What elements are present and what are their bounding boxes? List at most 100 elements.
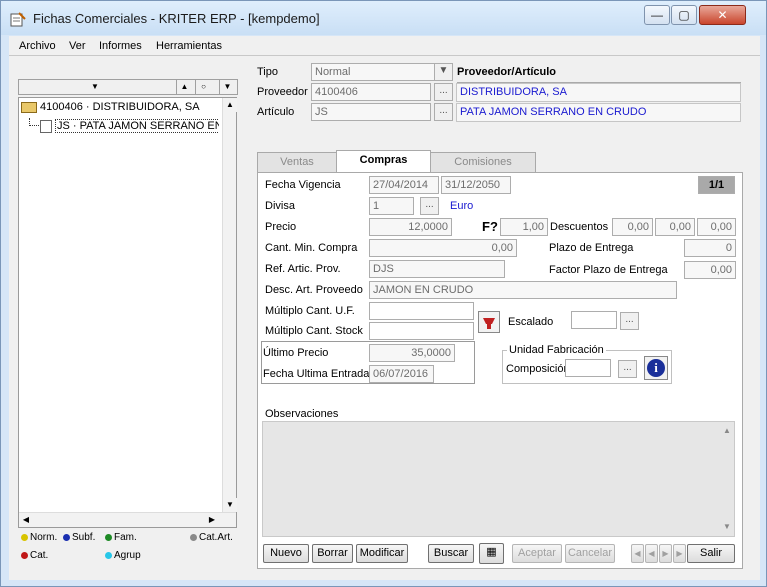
page-indicator: 1/1 [698,176,735,194]
salir-button[interactable]: Salir [687,544,735,563]
precio-field[interactable]: 12,0000 [369,218,452,236]
arrow-up-icon[interactable]: ▲ [176,80,192,94]
tree-vertical-scrollbar[interactable]: ▲ ▼ [222,98,237,512]
aceptar-button[interactable]: Aceptar [512,544,562,563]
scroll-up-icon[interactable]: ▲ [720,424,734,438]
multiplo-stock-field[interactable] [369,322,474,340]
composicion-field[interactable] [565,359,611,377]
scroll-up-icon[interactable]: ▲ [223,98,237,112]
fecha-vigencia-label: Fecha Vigencia [265,179,341,191]
scroll-left-icon[interactable]: ◀ [19,513,33,527]
next-record-icon[interactable]: ▶ [659,544,672,563]
composicion-label: Composición [506,363,570,375]
divisa-field[interactable]: 1 [369,197,414,215]
factor-label: Factor Plazo de Entrega [549,264,668,276]
menu-archivo[interactable]: Archivo [19,40,56,52]
tab-comisiones[interactable]: Comisiones [430,152,536,172]
arrow-down-bar-icon[interactable]: ▼ [219,80,235,94]
multiplo-stock-label: Múltiplo Cant. Stock [265,325,363,337]
info-icon: i [647,359,665,377]
legend-label: Cat. [30,550,49,561]
last-record-icon[interactable]: ▶ [673,544,686,563]
tree-line [29,118,39,126]
escalado-field[interactable] [571,311,617,329]
gray-dot-icon [190,533,197,541]
first-record-icon[interactable]: ◀ [631,544,644,563]
descuentos-label: Descuentos [550,221,609,233]
ultimo-precio-field: 35,0000 [369,344,455,362]
dropdown-arrow-icon[interactable]: ▼ [81,80,109,94]
divisa-name: Euro [450,200,474,212]
cyan-dot-icon [105,551,112,559]
fecha-desde-field[interactable]: 27/04/2014 [369,176,439,194]
tree-root-label: 4100406 · DISTRIBUIDORA, SA [40,101,200,113]
cant-min-field[interactable]: 0,00 [369,239,517,257]
tab-compras[interactable]: Compras [336,150,431,173]
divisa-lookup-button[interactable]: ... [420,197,439,215]
legend-label: Norm. [30,532,58,543]
legend-label: Fam. [114,532,137,543]
escalado-icon [483,318,495,329]
scroll-right-icon[interactable]: ▶ [205,513,219,527]
menu-herramientas[interactable]: Herramientas [156,40,222,52]
f-field[interactable]: 1,00 [500,218,548,236]
tree-horizontal-scrollbar[interactable]: ◀ ▶ [19,512,236,527]
main-window: Fichas Comerciales - KRITER ERP - [kempd… [0,0,767,587]
close-icon[interactable]: ✕ [699,5,746,25]
info-button[interactable]: i [644,356,668,380]
title-bar: Fichas Comerciales - KRITER ERP - [kempd… [1,1,766,35]
descuento2-field[interactable]: 0,00 [655,218,695,236]
buscar-button[interactable]: Buscar [428,544,474,563]
legend-catart: Cat.Art. [190,532,233,543]
cancelar-button[interactable]: Cancelar [565,544,615,563]
observaciones-scrollbar[interactable]: ▲ ▼ [720,422,734,536]
ref-field[interactable]: DJS [369,260,505,278]
proveedor-field[interactable]: 4100406 [311,83,431,101]
tree-child-label: JS · PATA JAMON SERRANO EN CRUDO [55,119,219,133]
document-icon [40,119,52,133]
observaciones-textarea[interactable]: ▲ ▼ [262,421,735,537]
legend-fam: Fam. [105,532,137,543]
menu-ver[interactable]: Ver [69,40,86,52]
borrar-button[interactable]: Borrar [312,544,353,563]
table-view-button[interactable]: ▦ [479,543,504,564]
tree-view[interactable]: 4100406 · DISTRIBUIDORA, SA JS · PATA JA… [18,97,237,528]
factor-field[interactable]: 0,00 [684,261,736,279]
desc-art-field[interactable]: JAMON EN CRUDO [369,281,677,299]
descuento3-field[interactable]: 0,00 [697,218,736,236]
tree-node-root[interactable]: 4100406 · DISTRIBUIDORA, SA [21,99,200,115]
escalado-button[interactable] [478,311,500,333]
chevron-down-icon[interactable]: ▼ [434,63,453,81]
proveedor-lookup-button[interactable]: ... [434,83,453,101]
circle-icon[interactable]: ○ [195,80,211,94]
descuento1-field[interactable]: 0,00 [612,218,653,236]
plazo-label: Plazo de Entrega [549,242,634,254]
observaciones-label: Observaciones [265,408,339,420]
tree-node-child[interactable]: JS · PATA JAMON SERRANO EN CRUDO [29,118,219,134]
tipo-select[interactable]: Normal [311,63,453,81]
composicion-lookup-button[interactable]: ... [618,360,637,378]
prev-record-icon[interactable]: ◀ [645,544,658,563]
plazo-field[interactable]: 0 [684,239,736,257]
nuevo-button[interactable]: Nuevo [263,544,309,563]
modificar-button[interactable]: Modificar [356,544,408,563]
articulo-field[interactable]: JS [311,103,431,121]
open-folder-icon [21,101,37,113]
minimize-icon[interactable]: — [644,5,670,25]
scroll-down-icon[interactable]: ▼ [720,520,734,534]
fecha-hasta-field[interactable]: 31/12/2050 [441,176,511,194]
legend-norm: Norm. [21,532,57,543]
tipo-label: Tipo [257,66,278,78]
menu-informes[interactable]: Informes [99,40,142,52]
maximize-icon[interactable]: ▢ [671,5,697,25]
tab-ventas[interactable]: Ventas [257,152,337,172]
articulo-lookup-button[interactable]: ... [434,103,453,121]
scroll-down-icon[interactable]: ▼ [223,498,237,512]
multiplo-uf-label: Múltiplo Cant. U.F. [265,305,355,317]
fecha-entrada-field: 06/07/2016 [369,365,434,383]
escalado-lookup-button[interactable]: ... [620,312,639,330]
unidad-label: Unidad Fabricación [507,344,606,356]
divisa-label: Divisa [265,200,295,212]
multiplo-uf-field[interactable] [369,302,474,320]
proveedor-name: DISTRIBUIDORA, SA [456,83,741,102]
